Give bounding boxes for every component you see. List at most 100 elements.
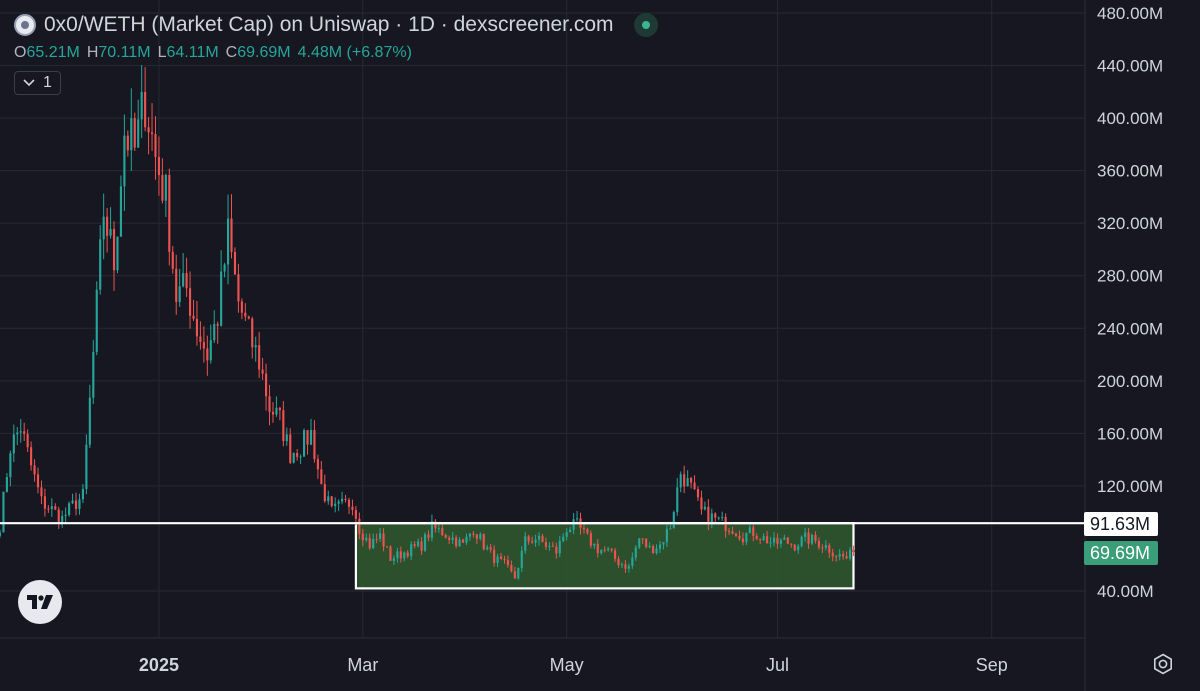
candle-body <box>202 342 205 349</box>
candle-body <box>133 118 136 148</box>
candle-body <box>572 519 575 530</box>
candle-body <box>686 478 689 487</box>
candle-body <box>271 411 275 415</box>
candle-body <box>617 558 620 566</box>
settings-icon[interactable] <box>1151 652 1175 676</box>
candle-body <box>534 539 537 543</box>
candle-body <box>524 536 527 551</box>
candle-body <box>396 551 399 559</box>
candle-body <box>123 135 126 187</box>
candle-body <box>175 268 178 302</box>
candle-body <box>164 174 167 201</box>
candle-body <box>783 537 786 540</box>
candle-body <box>503 559 506 561</box>
candle-body <box>613 550 617 559</box>
candle-body <box>624 564 627 569</box>
candle-body <box>299 456 302 458</box>
candle-body <box>513 571 516 579</box>
candle-body <box>261 369 264 374</box>
candle-body <box>137 119 140 148</box>
candle-body <box>240 301 243 313</box>
candle-body <box>793 544 796 551</box>
candle-body <box>199 336 202 343</box>
candle-body <box>344 498 347 500</box>
candle-body <box>171 251 174 269</box>
candle-body <box>309 430 313 445</box>
candle-body <box>247 316 250 319</box>
y-tick-label: 320.00M <box>1097 214 1163 233</box>
candle-body <box>178 286 181 302</box>
candle-body <box>313 430 316 460</box>
candle-body <box>109 228 112 236</box>
candle-body <box>150 132 154 135</box>
candle-body <box>562 536 565 542</box>
candle-body <box>289 434 292 463</box>
candle-body <box>278 407 281 411</box>
chart-stage[interactable]: 480.00M 440.00M 400.00M 360.00M 320.00M 280.0… <box>0 0 1200 691</box>
candle-body <box>748 527 751 534</box>
candle-body <box>385 546 389 548</box>
candle-body <box>569 529 572 533</box>
candle-body <box>420 541 423 551</box>
candle-body <box>645 538 648 548</box>
logo-icon <box>14 14 36 36</box>
ohlc-row: O 65.21M H 70.11M L 64.11M C 69.69M 4.48M (+… <box>14 41 658 65</box>
candles-layer <box>0 65 855 580</box>
candle-body <box>71 500 74 504</box>
candle-body <box>824 545 827 549</box>
candle-body <box>9 453 12 478</box>
tradingview-logo-icon[interactable] <box>18 580 62 624</box>
candle-body <box>741 538 744 543</box>
candle-body <box>368 537 371 549</box>
candle-body <box>54 506 57 510</box>
candle-body <box>85 444 88 489</box>
last-price-tag: 69.69M <box>1084 541 1159 565</box>
y-tick-label: 240.00M <box>1097 319 1163 338</box>
candle-body <box>140 91 143 120</box>
candle-body <box>455 537 458 547</box>
candle-body <box>119 186 123 237</box>
candle-body <box>16 432 19 435</box>
candle-body <box>102 216 105 240</box>
y-tick-label: 440.00M <box>1097 57 1163 76</box>
candle-body <box>220 271 223 326</box>
candle-body <box>655 548 658 554</box>
candle-body <box>620 564 624 566</box>
candle-body <box>282 410 285 442</box>
candle-body <box>33 465 36 475</box>
candle-body <box>92 351 95 398</box>
candle-body <box>586 529 589 534</box>
candle-body <box>244 312 247 317</box>
indicator-count: 1 <box>43 74 52 91</box>
candle-body <box>12 434 15 454</box>
candle-body <box>323 484 326 502</box>
candlestick-chart[interactable]: 480.00M 440.00M 400.00M 360.00M 320.00M 280.0… <box>0 0 1200 691</box>
candle-body <box>555 546 558 554</box>
candle-body <box>23 431 26 434</box>
candle-body <box>427 534 430 538</box>
candle-body <box>316 459 319 470</box>
candle-body <box>769 542 772 544</box>
candle-body <box>379 533 382 540</box>
candle-body <box>375 539 378 541</box>
tradingview-mark <box>27 595 53 609</box>
candle-body <box>30 447 33 466</box>
candle-body <box>551 545 554 547</box>
candle-body <box>61 515 64 523</box>
range-box-layer <box>354 522 855 590</box>
ohlc-high-key: H <box>86 44 99 61</box>
candle-body <box>182 273 185 287</box>
candle-body <box>74 500 78 509</box>
candle-body <box>423 534 427 551</box>
candle-body <box>582 527 586 530</box>
candle-body <box>662 542 665 545</box>
candle-body <box>347 499 351 507</box>
candle-body <box>389 546 392 561</box>
candle-body <box>441 528 444 536</box>
candle-body <box>444 535 447 538</box>
candle-body <box>354 510 357 519</box>
collapse-indicators-button[interactable]: 1 <box>14 71 61 95</box>
candle-body <box>5 477 8 492</box>
candle-body <box>226 218 230 265</box>
x-tick-label: Mar <box>347 655 378 675</box>
